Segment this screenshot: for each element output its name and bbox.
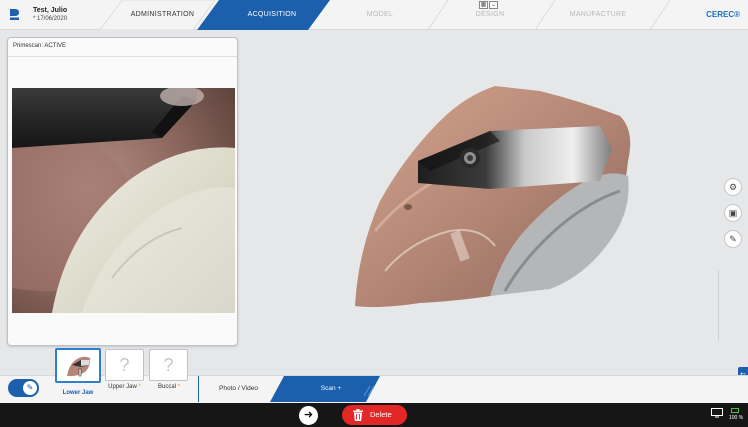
catalog-buccal[interactable]: ?: [149, 349, 188, 381]
lower-jaw-thumbnail: [67, 356, 91, 377]
upper-jaw-label: Upper Jaw *: [108, 384, 141, 390]
battery-level: 100 %: [729, 415, 744, 421]
buccal-label: Buccal *: [157, 384, 181, 390]
catalog-upper-jaw[interactable]: ?: [105, 349, 144, 381]
delete-label: Delete: [370, 410, 392, 419]
side-divider: [718, 270, 719, 340]
missing-scan-placeholder: ?: [119, 355, 130, 375]
scanner-status: Primescan: ACTIVE: [13, 43, 67, 49]
monitor-icon[interactable]: [711, 408, 723, 418]
gallery-icon[interactable]: ▣: [724, 204, 742, 222]
catalog-lower-jaw[interactable]: [55, 348, 101, 383]
photo-video-mode[interactable]: Photo / Video: [198, 376, 278, 402]
camera-image: [12, 88, 235, 313]
required-marker: *: [138, 384, 141, 390]
tab-administration[interactable]: ADMINISTRATION: [110, 0, 215, 30]
note-icon[interactable]: ✎: [724, 230, 742, 248]
missing-scan-placeholder: ?: [163, 355, 174, 375]
tab-acquisition[interactable]: ACQUISITION: [217, 0, 327, 30]
3d-scan-model: [355, 86, 631, 307]
brand-logo: CEREC®: [706, 10, 740, 19]
3d-model-viewport[interactable]: [240, 31, 720, 371]
battery-icon: [731, 408, 739, 413]
window-controls: ▦ ⌄: [479, 1, 498, 9]
scanner-preview-panel: Primescan: ACTIVE: [7, 37, 238, 346]
lower-jaw-label: Lower Jaw: [62, 390, 94, 396]
panel-divider: [8, 56, 237, 57]
top-bar: Test, Julio * 17/06/2020 ADMINISTRATION …: [0, 0, 748, 30]
brush-icon: ✎: [23, 381, 37, 395]
arrow-right-icon[interactable]: ➜: [299, 406, 318, 425]
settings-icon[interactable]: ⚙: [724, 178, 742, 196]
grid-icon[interactable]: ▦: [479, 1, 488, 9]
chevron-down-icon[interactable]: ⌄: [489, 1, 498, 9]
tab-model[interactable]: MODEL: [330, 0, 430, 30]
scan-mode[interactable]: Scan +: [282, 376, 380, 402]
tab-manufacture[interactable]: MANUFACTURE: [548, 0, 648, 30]
trash-icon: [353, 409, 363, 421]
brush-toggle[interactable]: ✎: [8, 379, 39, 397]
delete-button[interactable]: Delete: [342, 405, 407, 425]
required-marker: *: [177, 384, 181, 390]
live-camera-view: [12, 88, 235, 313]
